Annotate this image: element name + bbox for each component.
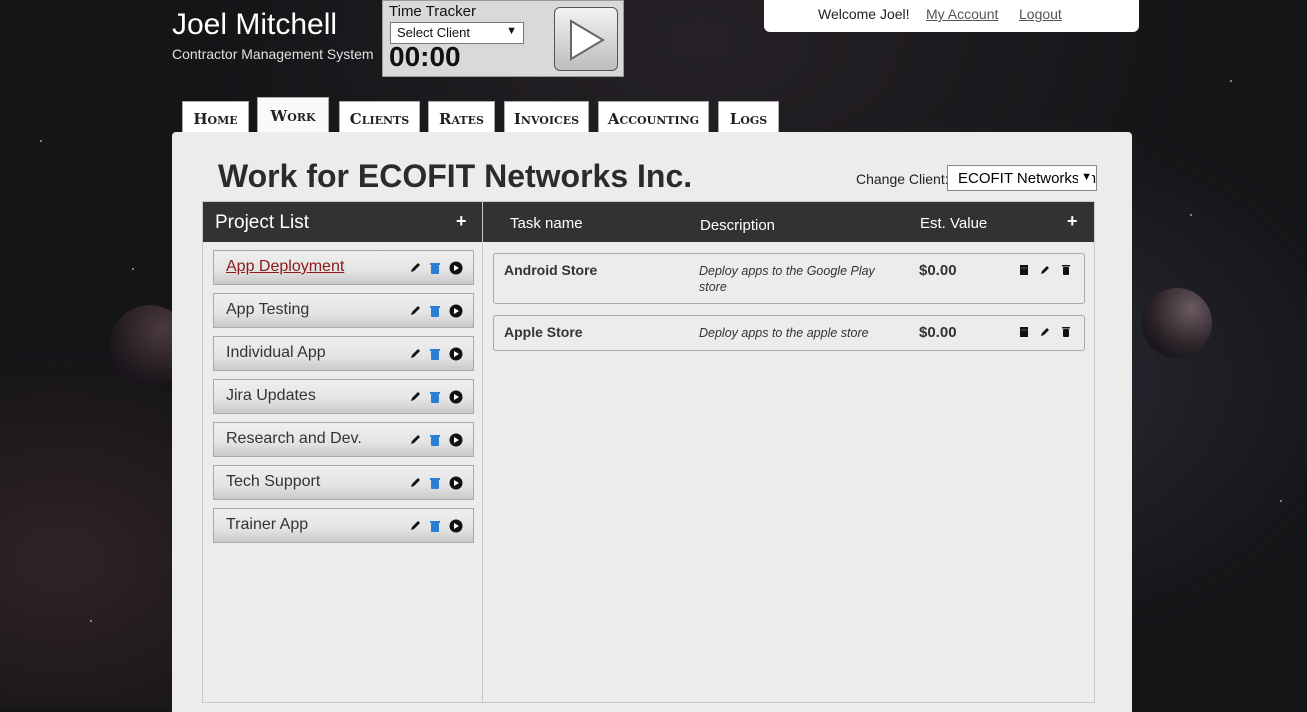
add-project-icon[interactable]: + (456, 211, 467, 232)
site-subtitle: Contractor Management System (172, 46, 374, 62)
column-header-task-name: Task name (510, 215, 583, 232)
delete-icon[interactable] (428, 390, 442, 404)
edit-icon[interactable] (1039, 326, 1051, 338)
page-title: Work for ECOFIT Networks Inc. (218, 158, 693, 194)
task-value: $0.00 (919, 262, 957, 279)
play-circle-icon[interactable] (449, 304, 463, 318)
my-account-link[interactable]: My Account (926, 6, 998, 22)
star-decoration (90, 620, 92, 622)
details-icon[interactable] (1018, 326, 1030, 338)
welcome-text: Welcome Joel! (818, 6, 910, 22)
delete-icon[interactable] (428, 304, 442, 318)
play-circle-icon[interactable] (449, 347, 463, 361)
delete-icon[interactable] (428, 433, 442, 447)
tab-work[interactable]: Work (257, 97, 329, 132)
edit-icon[interactable] (408, 519, 422, 533)
tab-home[interactable]: Home (182, 101, 249, 132)
edit-icon[interactable] (1039, 264, 1051, 276)
project-name[interactable]: Research and Dev. (226, 430, 362, 448)
add-task-icon[interactable]: + (1067, 211, 1078, 232)
task-name: Apple Store (504, 324, 583, 340)
delete-icon[interactable] (428, 261, 442, 275)
tracker-client-select-value: Select Client (397, 25, 470, 40)
details-icon[interactable] (1018, 264, 1030, 276)
play-circle-icon[interactable] (449, 390, 463, 404)
task-list-header: Task name Description Est. Value + (483, 202, 1094, 242)
tracker-play-button[interactable] (554, 7, 618, 71)
project-name[interactable]: Trainer App (226, 516, 308, 534)
main-panel: Work for ECOFIT Networks Inc. Change Cli… (172, 132, 1132, 712)
delete-icon[interactable] (1060, 264, 1072, 276)
project-list: Project List + App Deployment App Testin… (202, 201, 483, 703)
column-header-est-value: Est. Value (920, 215, 988, 232)
edit-icon[interactable] (408, 261, 422, 275)
change-client-select[interactable]: ECOFIT Networks Inc. ▼ (947, 165, 1097, 191)
tab-accounting[interactable]: Accounting (598, 101, 709, 132)
time-tracker-label: Time Tracker (389, 3, 476, 20)
tracker-time-display: 00:00 (389, 41, 461, 72)
delete-icon[interactable] (428, 347, 442, 361)
project-item[interactable]: Trainer App (213, 508, 474, 543)
change-client-value: ECOFIT Networks Inc. (958, 170, 1097, 187)
edit-icon[interactable] (408, 304, 422, 318)
edit-icon[interactable] (408, 390, 422, 404)
play-circle-icon[interactable] (449, 433, 463, 447)
project-item[interactable]: Tech Support (213, 465, 474, 500)
task-row[interactable]: Apple Store Deploy apps to the apple sto… (493, 315, 1085, 351)
site-title: Joel Mitchell (172, 8, 338, 41)
column-header-description: Description (700, 217, 776, 234)
project-list-title: Project List (215, 212, 309, 233)
play-icon (570, 19, 605, 61)
project-name[interactable]: App Deployment (226, 258, 344, 276)
task-row[interactable]: Android Store Deploy apps to the Google … (493, 253, 1085, 304)
tab-logs[interactable]: Logs (718, 101, 779, 132)
planet-decoration (1142, 288, 1212, 358)
project-item[interactable]: Individual App (213, 336, 474, 371)
star-decoration (1190, 214, 1192, 216)
delete-icon[interactable] (428, 519, 442, 533)
chevron-down-icon: ▼ (1078, 171, 1092, 183)
account-box: Welcome Joel! My Account Logout (764, 0, 1139, 32)
task-list: Task name Description Est. Value + Andro… (483, 201, 1095, 703)
delete-icon[interactable] (428, 476, 442, 490)
project-list-header: Project List + (203, 202, 482, 242)
delete-icon[interactable] (1060, 326, 1072, 338)
task-description: Deploy apps to the Google Play store (699, 264, 875, 294)
change-client-label: Change Client: (856, 171, 949, 187)
time-tracker: Time Tracker Select Client ▼ 00:00 (382, 0, 624, 77)
project-name[interactable]: Jira Updates (226, 387, 316, 405)
tab-clients[interactable]: Clients (339, 101, 420, 132)
chevron-down-icon: ▼ (506, 25, 517, 37)
tab-invoices[interactable]: Invoices (504, 101, 589, 132)
star-decoration (132, 268, 134, 270)
project-item[interactable]: App Testing (213, 293, 474, 328)
project-item[interactable]: Research and Dev. (213, 422, 474, 457)
project-name[interactable]: App Testing (226, 301, 309, 319)
project-name[interactable]: Individual App (226, 344, 326, 362)
tab-rates[interactable]: Rates (428, 101, 495, 132)
project-item[interactable]: Jira Updates (213, 379, 474, 414)
edit-icon[interactable] (408, 476, 422, 490)
task-description: Deploy apps to the apple store (699, 326, 869, 340)
star-decoration (1280, 500, 1282, 502)
edit-icon[interactable] (408, 347, 422, 361)
play-circle-icon[interactable] (449, 519, 463, 533)
star-decoration (40, 140, 42, 142)
star-decoration (1230, 80, 1232, 82)
project-item[interactable]: App Deployment (213, 250, 474, 285)
logout-link[interactable]: Logout (1019, 6, 1062, 22)
edit-icon[interactable] (408, 433, 422, 447)
task-value: $0.00 (919, 324, 957, 341)
play-circle-icon[interactable] (449, 261, 463, 275)
play-circle-icon[interactable] (449, 476, 463, 490)
project-name[interactable]: Tech Support (226, 473, 320, 491)
task-name: Android Store (504, 262, 598, 278)
